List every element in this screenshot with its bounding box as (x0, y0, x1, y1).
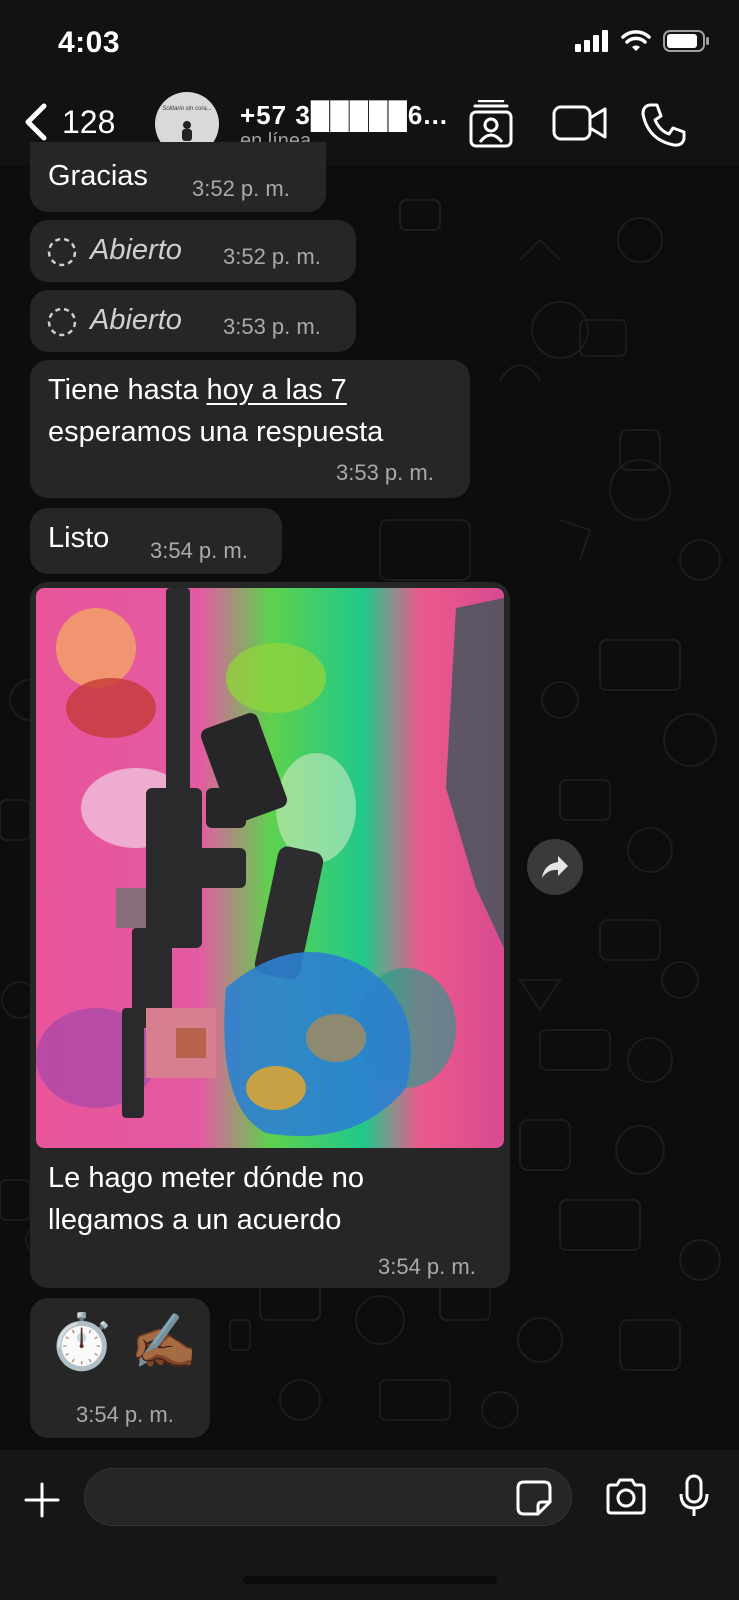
message-bubble-view-once[interactable]: Abierto 3:53 p. m. (30, 290, 356, 352)
message-text-line2: esperamos una respuesta (48, 416, 384, 448)
message-bubble-gracias[interactable]: Gracias 3:52 p. m. (30, 142, 326, 212)
message-text: Tiene hasta hoy a las 7 (48, 370, 347, 411)
emoji-content: ⏱️ ✍🏾 (48, 1312, 198, 1372)
message-bubble-listo[interactable]: Listo 3:54 p. m. (30, 508, 282, 574)
shared-photo[interactable] (36, 588, 504, 1148)
message-bubble-view-once[interactable]: Abierto 3:52 p. m. (30, 220, 356, 282)
message-timestamp: 3:54 p. m. (378, 1254, 476, 1279)
message-text: Abierto (90, 234, 182, 266)
camera-icon[interactable] (604, 1478, 648, 1516)
date-link[interactable]: hoy a las 7 (207, 374, 347, 406)
contact-card-icon[interactable] (467, 100, 515, 148)
message-text: Abierto (90, 304, 182, 336)
message-input-bar (0, 1450, 739, 1600)
chevron-left-icon (25, 103, 47, 141)
status-time: 4:03 (58, 26, 121, 59)
microphone-icon[interactable] (678, 1474, 710, 1520)
message-timestamp: 3:52 p. m. (192, 176, 290, 201)
message-input[interactable] (84, 1468, 572, 1526)
message-bubble-emoji[interactable]: ⏱️ ✍🏾 3:54 p. m. (30, 1298, 210, 1438)
contact-name[interactable]: +57 3█████6... (240, 100, 448, 131)
phone-icon[interactable] (640, 102, 686, 148)
forward-button[interactable] (527, 839, 583, 895)
forward-icon (542, 856, 568, 878)
home-indicator (243, 1576, 497, 1584)
cellular-signal-icon (575, 30, 608, 52)
back-button[interactable]: 128 (22, 102, 115, 142)
photo-caption-line2: llegamos a un acuerdo (48, 1204, 342, 1236)
message-text: Gracias (48, 160, 148, 192)
status-bar: 4:03 (0, 0, 739, 86)
view-once-icon (47, 237, 77, 267)
view-once-icon (47, 307, 77, 337)
message-timestamp: 3:52 p. m. (223, 244, 321, 269)
status-icons (575, 30, 709, 52)
video-camera-icon[interactable] (552, 104, 608, 142)
message-timestamp: 3:54 p. m. (76, 1402, 174, 1427)
message-text: Listo (48, 522, 110, 554)
wifi-icon (621, 30, 651, 51)
avatar-figure-icon (182, 121, 192, 141)
battery-icon (663, 30, 709, 52)
message-timestamp: 3:54 p. m. (150, 538, 248, 563)
message-timestamp: 3:53 p. m. (336, 460, 434, 485)
message-text-part: Tiene hasta (48, 374, 207, 406)
message-timestamp: 3:53 p. m. (223, 314, 321, 339)
photo-caption-line1: Le hago meter dónde no (48, 1162, 365, 1194)
avatar-text: Solitario sin cora... (162, 106, 212, 112)
message-bubble-deadline[interactable]: Tiene hasta hoy a las 7 esperamos una re… (30, 360, 470, 498)
sticker-icon[interactable] (516, 1480, 552, 1516)
plus-icon[interactable] (22, 1480, 62, 1520)
unread-count: 128 (62, 103, 116, 140)
